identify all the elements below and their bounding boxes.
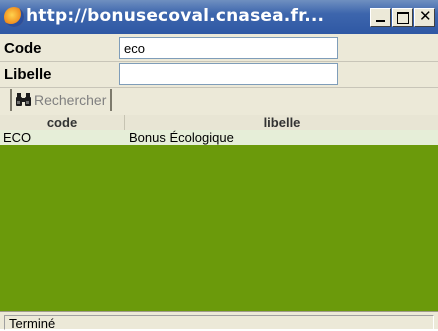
grid-body-background	[0, 145, 438, 311]
libelle-label: Libelle	[4, 66, 52, 83]
close-button[interactable]: ✕	[414, 7, 435, 27]
popup-window: http://bonusecoval.cnasea.fr... ✕ Code L…	[0, 0, 438, 331]
search-button[interactable]: Rechercher	[10, 89, 113, 111]
column-header-code[interactable]: code	[0, 115, 124, 130]
cell-code: ECO	[3, 130, 32, 145]
table-row[interactable]: ECO Bonus Écologique	[0, 130, 438, 145]
firefox-icon	[4, 7, 24, 27]
column-header-libelle[interactable]: libelle	[126, 115, 438, 130]
divider	[0, 87, 438, 88]
code-input[interactable]	[119, 37, 338, 59]
search-button-label: Rechercher	[34, 92, 107, 108]
grid-header: code libelle	[0, 115, 438, 130]
window-title: http://bonusecoval.cnasea.fr...	[26, 6, 325, 26]
code-label: Code	[4, 40, 42, 57]
cell-libelle: Bonus Écologique	[129, 130, 234, 145]
minimize-button[interactable]	[370, 8, 391, 27]
maximize-button[interactable]	[392, 8, 413, 27]
column-divider	[124, 115, 125, 130]
title-bar[interactable]: http://bonusecoval.cnasea.fr... ✕	[0, 0, 438, 34]
libelle-input[interactable]	[119, 63, 338, 85]
binoculars-icon	[16, 93, 31, 106]
status-text: Terminé	[4, 315, 434, 331]
close-icon: ✕	[419, 7, 432, 25]
status-bar: Terminé	[0, 311, 438, 331]
code-row: Code	[0, 36, 438, 62]
libelle-row: Libelle	[0, 62, 438, 88]
